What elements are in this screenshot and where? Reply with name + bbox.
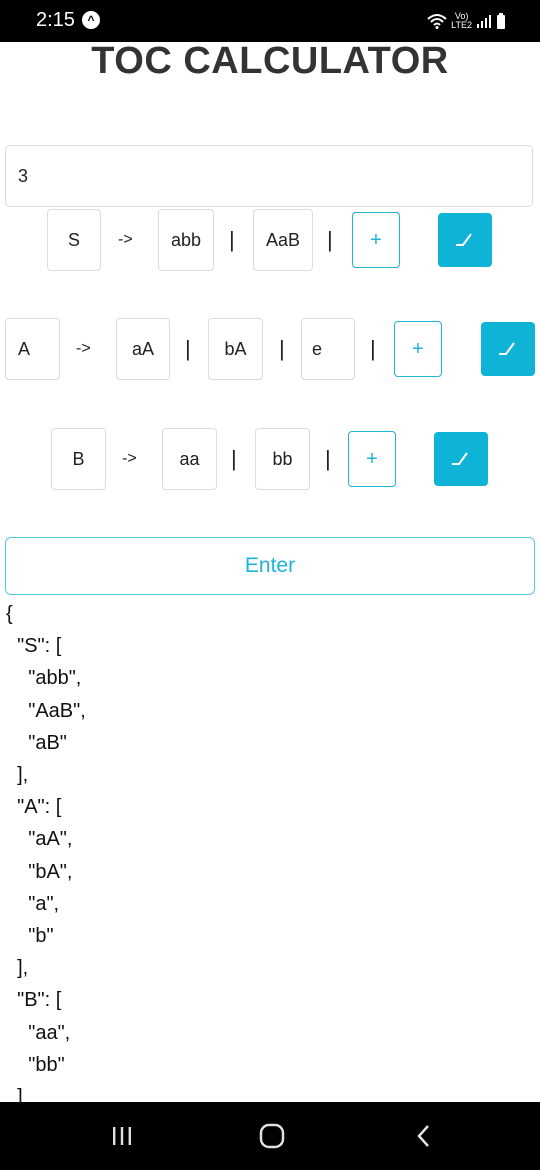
output-line: "b" xyxy=(6,925,54,948)
add-production-button[interactable]: + xyxy=(394,321,442,377)
notification-badge: ^ xyxy=(82,11,100,29)
home-icon xyxy=(259,1123,285,1149)
production-input[interactable]: AaB xyxy=(253,209,313,271)
production-input[interactable]: aA xyxy=(116,318,170,380)
status-bar: 2:15 ^ Vo) LTE2 xyxy=(0,0,540,42)
output-line: ], xyxy=(6,957,29,980)
output-line: "S": [ xyxy=(6,635,62,658)
arrow-label: -> xyxy=(76,340,91,357)
output-line: "aa", xyxy=(6,1021,71,1044)
output-line: "aB" xyxy=(6,731,67,754)
pipe-separator: | xyxy=(370,336,376,361)
pipe-separator: | xyxy=(231,446,237,471)
arrow-label: -> xyxy=(118,231,133,248)
wifi-icon xyxy=(427,14,447,29)
output-line: { xyxy=(6,603,13,625)
output-line: "bb" xyxy=(6,1053,65,1076)
output-line: "abb", xyxy=(6,667,82,690)
output-line: "B": [ xyxy=(6,989,62,1012)
home-button[interactable] xyxy=(248,1102,296,1170)
confirm-button[interactable] xyxy=(481,322,535,376)
result-output: { "S": [ "abb", "AaB", "aB" ], "A": [ "a… xyxy=(6,598,526,1113)
add-production-button[interactable]: + xyxy=(352,212,400,268)
output-line: "a", xyxy=(6,892,60,915)
output-line: "aA", xyxy=(6,828,73,851)
pipe-separator: | xyxy=(279,336,285,361)
lte-label: LTE2 xyxy=(451,20,472,30)
production-input[interactable]: bb xyxy=(255,428,310,490)
production-input[interactable]: abb xyxy=(158,209,214,271)
navigation-bar xyxy=(0,1102,540,1170)
status-time: 2:15 xyxy=(36,9,75,31)
back-button[interactable] xyxy=(404,1102,444,1170)
output-line: "AaB", xyxy=(6,699,86,722)
arrow-label: -> xyxy=(122,450,137,467)
rule-row-s: S -> abb | AaB | + xyxy=(0,209,540,273)
pipe-separator: | xyxy=(327,227,333,252)
recent-apps-button[interactable] xyxy=(100,1102,144,1170)
variable-input[interactable]: B xyxy=(51,428,106,490)
add-production-button[interactable]: + xyxy=(348,431,396,487)
check-icon xyxy=(452,452,468,465)
confirm-button[interactable] xyxy=(438,213,492,267)
output-line: "A": [ xyxy=(6,796,62,819)
enter-button[interactable]: Enter xyxy=(5,537,535,595)
recent-apps-icon xyxy=(113,1127,131,1145)
pipe-separator: | xyxy=(229,227,235,252)
page-title: TOC CALCULATOR xyxy=(91,40,449,82)
check-icon xyxy=(499,342,515,355)
rule-count-input[interactable]: 3 xyxy=(5,145,533,207)
status-icons: Vo) LTE2 xyxy=(427,10,506,32)
pipe-separator: | xyxy=(325,446,331,471)
confirm-button[interactable] xyxy=(434,432,488,486)
pipe-separator: | xyxy=(185,336,191,361)
rule-row-b: B -> aa | bb | + xyxy=(0,428,540,492)
rule-row-a: A -> aA | bA | e | + xyxy=(0,318,540,382)
output-line: ], xyxy=(6,764,29,787)
check-icon xyxy=(456,233,472,246)
output-line: "bA", xyxy=(6,860,73,883)
production-input[interactable]: e xyxy=(301,318,355,380)
variable-input[interactable]: S xyxy=(47,209,101,271)
variable-input[interactable]: A xyxy=(5,318,60,380)
signal-icon xyxy=(477,15,491,28)
production-input[interactable]: bA xyxy=(208,318,263,380)
back-icon xyxy=(417,1125,429,1147)
network-label: Vo) LTE2 xyxy=(451,12,472,30)
battery-icon xyxy=(497,13,505,29)
production-input[interactable]: aa xyxy=(162,428,217,490)
